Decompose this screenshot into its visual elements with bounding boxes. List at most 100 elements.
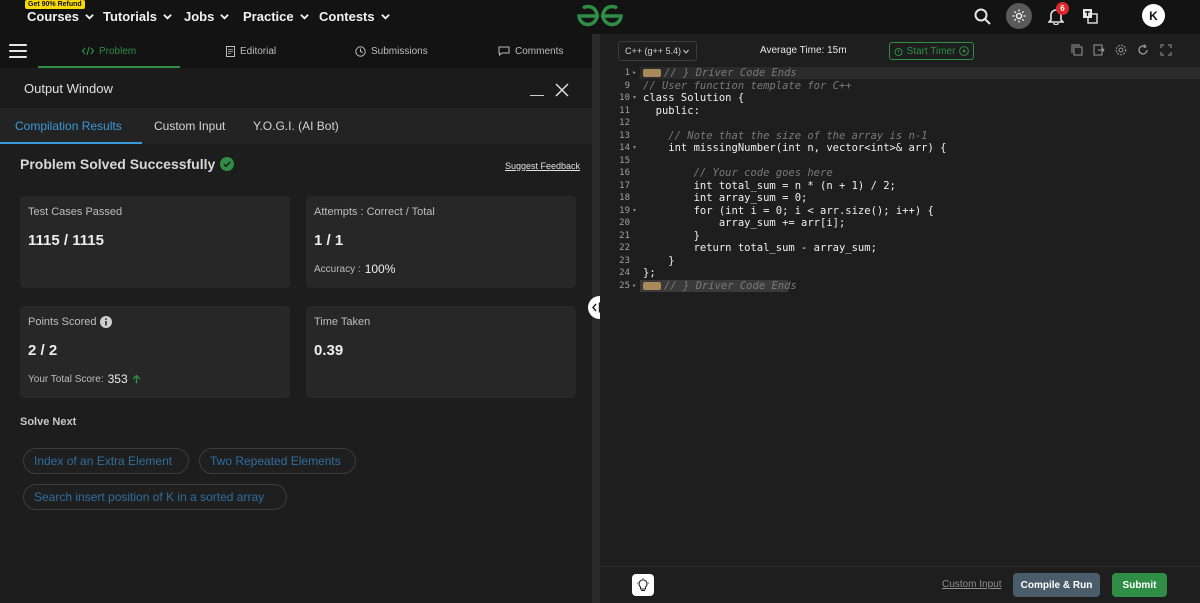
start-timer-button[interactable]: Start Timer: [889, 42, 974, 60]
code-line[interactable]: int missingNumber(int n, vector<int>& ar…: [643, 142, 946, 154]
code-line[interactable]: int total_sum = n * (n + 1) / 2;: [643, 180, 896, 192]
nav-label: Courses: [27, 8, 80, 24]
code-line[interactable]: array_sum += arr[i];: [643, 217, 845, 229]
copy-icon[interactable]: [1071, 44, 1083, 56]
tab-compilation-results[interactable]: Compilation Results: [15, 108, 122, 144]
sun-icon: [1012, 9, 1026, 23]
code-icon: [82, 46, 94, 56]
tab-label: Editorial: [240, 45, 277, 57]
tab-editorial[interactable]: Editorial: [226, 34, 276, 68]
collapsed-region-marker[interactable]: [643, 281, 661, 290]
search-button[interactable]: [969, 3, 995, 29]
start-timer-label: Start Timer: [906, 45, 956, 57]
fullscreen-icon[interactable]: [1160, 44, 1172, 56]
chevron-down-icon: [683, 49, 689, 54]
code-line[interactable]: public:: [643, 105, 700, 117]
code-line[interactable]: }: [643, 230, 700, 242]
code-line[interactable]: };: [643, 267, 656, 279]
user-avatar[interactable]: K: [1142, 4, 1165, 27]
status-heading: Problem Solved Successfully: [20, 156, 235, 172]
solve-next-chip[interactable]: Index of an Extra Element: [23, 448, 189, 474]
line-number-gutter: [600, 66, 640, 566]
language-value: C++ (g++ 5.4): [625, 46, 682, 56]
status-text: Problem Solved Successfully: [20, 156, 216, 172]
notification-count-badge: 6: [1056, 2, 1069, 15]
minimize-icon[interactable]: [530, 95, 544, 96]
reset-icon[interactable]: [1137, 44, 1149, 56]
export-icon[interactable]: [1093, 44, 1105, 56]
total-score-label: Your Total Score:: [28, 373, 104, 385]
code-line[interactable]: int array_sum = 0;: [643, 192, 808, 204]
document-icon: [226, 45, 235, 57]
solve-next-chip[interactable]: Two Repeated Elements: [199, 448, 356, 474]
tab-yogi-ai-bot[interactable]: Y.O.G.I. (AI Bot): [253, 108, 339, 144]
attempts-label: Attempts : Correct / Total: [314, 206, 435, 218]
info-icon[interactable]: [100, 316, 113, 328]
line-number: 13: [619, 130, 630, 141]
gfg-logo-icon[interactable]: [575, 3, 625, 29]
line-number: 23: [619, 255, 630, 266]
custom-input-link[interactable]: Custom Input: [942, 579, 1001, 590]
line-number: 16: [619, 168, 630, 178]
language-select[interactable]: C++ (g++ 5.4): [618, 41, 697, 61]
code-line[interactable]: // Your code goes here: [643, 167, 833, 179]
clock-icon: [355, 45, 366, 57]
tab-comments[interactable]: Comments: [498, 34, 563, 68]
nav-label: Practice: [243, 8, 294, 24]
line-number: 18: [619, 193, 630, 203]
points-value: 2 / 2: [28, 342, 58, 359]
line-number: 20: [619, 218, 630, 228]
tab-submissions[interactable]: Submissions: [355, 34, 428, 68]
nav-practice[interactable]: Practice: [243, 0, 309, 32]
translate-button[interactable]: [1077, 3, 1103, 29]
suggest-feedback-link[interactable]: Suggest Feedback: [505, 161, 580, 171]
fold-toggle-icon[interactable]: ▸: [633, 69, 636, 76]
submit-button[interactable]: Submit: [1112, 573, 1167, 597]
nav-tutorials[interactable]: Tutorials: [103, 0, 172, 32]
compile-run-button[interactable]: Compile & Run: [1013, 573, 1100, 597]
code-line[interactable]: for (int i = 0; i < arr.size(); i++) {: [643, 205, 934, 217]
nav-contests[interactable]: Contests: [319, 0, 390, 32]
chevron-down-icon: [85, 13, 94, 20]
chevron-down-icon: [163, 13, 172, 20]
nav-jobs[interactable]: Jobs: [184, 0, 230, 32]
theme-toggle-button[interactable]: [1006, 3, 1032, 29]
average-time: Average Time: 15m: [760, 45, 847, 56]
code-line[interactable]: // User function template for C++: [643, 80, 852, 92]
lightbulb-icon: [637, 578, 649, 591]
fold-toggle-icon[interactable]: ▸: [633, 282, 636, 289]
code-line[interactable]: // } Driver Code Ends: [643, 67, 797, 79]
line-number: 15: [619, 155, 630, 166]
nav-label: Contests: [319, 8, 375, 24]
play-circle-icon: [959, 46, 970, 56]
nav-label: Tutorials: [103, 8, 157, 24]
editor-footer: [600, 566, 1200, 603]
code-line[interactable]: return total_sum - array_sum;: [643, 242, 877, 254]
points-label: Points Scored: [28, 316, 97, 328]
nav-courses[interactable]: Courses: [27, 0, 94, 32]
search-icon: [974, 8, 991, 25]
arrow-up-icon: [132, 374, 141, 384]
settings-icon[interactable]: [1115, 44, 1127, 56]
menu-icon[interactable]: [9, 44, 27, 58]
fold-toggle-icon[interactable]: ▾: [633, 207, 636, 214]
solve-next-chip[interactable]: Search insert position of K in a sorted …: [23, 484, 287, 510]
code-line[interactable]: class Solution {: [643, 92, 744, 104]
hint-button[interactable]: [632, 574, 654, 596]
fold-toggle-icon[interactable]: ▾: [633, 94, 636, 101]
close-icon[interactable]: [555, 83, 569, 97]
line-number: 11: [619, 105, 630, 116]
accuracy-row: Accuracy : 100%: [314, 262, 395, 276]
code-line[interactable]: }: [643, 255, 674, 267]
tab-label: Submissions: [371, 45, 428, 57]
code-line[interactable]: // } Driver Code Ends: [643, 280, 797, 292]
line-number: 9: [624, 80, 630, 91]
fold-toggle-icon[interactable]: ▾: [633, 144, 636, 151]
code-line[interactable]: // Note that the size of the array is n-…: [643, 130, 927, 142]
translate-icon: [1083, 9, 1098, 24]
tab-problem[interactable]: Problem: [82, 34, 136, 68]
collapsed-region-marker[interactable]: [643, 69, 661, 77]
tab-custom-input[interactable]: Custom Input: [154, 108, 225, 144]
line-number: 10: [619, 93, 630, 103]
line-number: 17: [619, 180, 630, 191]
